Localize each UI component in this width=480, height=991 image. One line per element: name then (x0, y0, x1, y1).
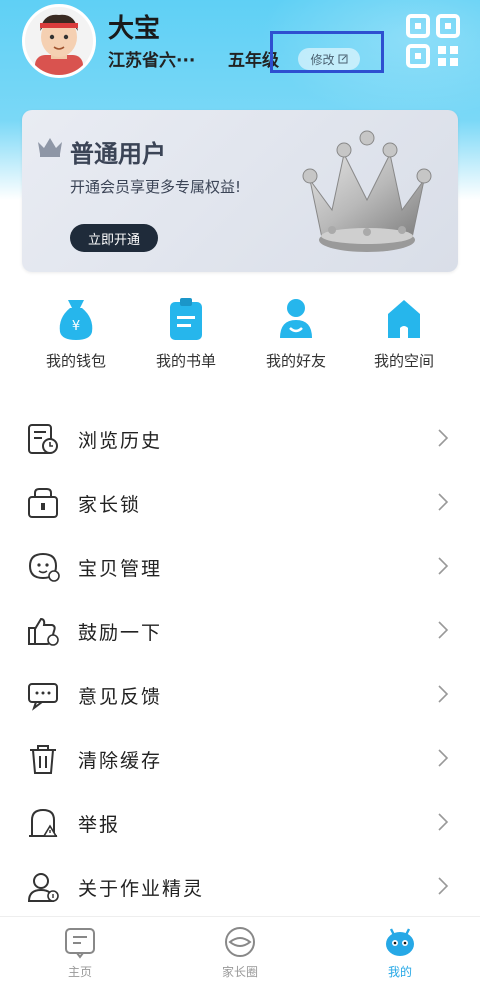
nav-label: 家长圈 (221, 965, 258, 979)
edit-icon (338, 54, 347, 64)
menu-item-history[interactable]: 浏览历史 (0, 406, 480, 470)
menu-label: 举报 (78, 814, 121, 836)
quick-action-booklist[interactable]: 我的书单 (146, 296, 226, 371)
vip-card[interactable]: 普通用户 开通会员享更多专属权益! 立即开通 (22, 110, 458, 272)
booklist-icon (170, 298, 202, 340)
edit-profile-button[interactable]: 修改 (298, 48, 360, 70)
crown-small-icon (38, 138, 62, 157)
menu-item-encourage[interactable]: 鼓励一下 (0, 598, 480, 662)
menu-label: 意见反馈 (78, 686, 163, 708)
user-school: 江苏省六··· (108, 51, 196, 71)
quick-actions: ¥ 我的钱包 我的书单 我的好友 我的空间 (0, 296, 480, 380)
quick-action-label: 我的好友 (265, 352, 326, 370)
menu-item-clear-cache[interactable]: 清除缓存 (0, 726, 480, 790)
avatar[interactable] (22, 4, 96, 78)
history-icon (28, 424, 58, 454)
wallet-icon: ¥ (59, 300, 93, 340)
edit-label: 修改 (310, 52, 335, 67)
trash-icon (30, 745, 56, 774)
nav-mine[interactable]: 我的 (360, 925, 440, 980)
menu-item-child-manage[interactable]: 宝贝管理 (0, 534, 480, 598)
quick-action-space[interactable]: 我的空间 (364, 296, 444, 371)
menu-label: 鼓励一下 (78, 622, 163, 644)
nav-parent-circle[interactable]: 家长圈 (200, 925, 280, 980)
nav-label: 我的 (387, 965, 412, 979)
feedback-icon (28, 683, 58, 711)
home-icon (65, 928, 95, 959)
thumbs-up-icon (28, 617, 59, 646)
menu-item-report[interactable]: 举报 (0, 790, 480, 854)
open-membership-button[interactable]: 立即开通 (70, 224, 158, 252)
vip-subtitle: 开通会员享更多专属权益! (70, 178, 242, 196)
menu-label: 关于作业精灵 (78, 878, 205, 900)
nav-label: 主页 (67, 965, 92, 979)
menu-label: 宝贝管理 (78, 558, 163, 580)
settings-menu: 浏览历史 家长锁 宝贝管理 鼓励一下 意见反馈 清除缓存 举报 关于作业精灵 (0, 406, 480, 918)
vip-title: 普通用户 (70, 140, 166, 168)
child-manage-icon (28, 552, 60, 582)
crown-large-icon (302, 130, 432, 252)
about-icon (27, 873, 59, 902)
svg-text:¥: ¥ (72, 319, 80, 334)
menu-item-parent-lock[interactable]: 家长锁 (0, 470, 480, 534)
space-icon (388, 300, 420, 338)
menu-item-about[interactable]: 关于作业精灵 (0, 854, 480, 918)
parent-circle-icon (225, 927, 255, 957)
chevron-right-icon (438, 813, 449, 831)
chevron-right-icon (438, 685, 449, 703)
menu-item-feedback[interactable]: 意见反馈 (0, 662, 480, 726)
report-icon (29, 808, 58, 837)
nav-home[interactable]: 主页 (40, 925, 120, 980)
parent-lock-icon (28, 488, 58, 518)
menu-label: 家长锁 (78, 494, 142, 516)
quick-action-wallet[interactable]: ¥ 我的钱包 (36, 296, 116, 371)
chevron-right-icon (438, 429, 449, 447)
bottom-navigation: 主页 家长圈 我的 (0, 916, 480, 991)
chevron-right-icon (438, 749, 449, 767)
quick-action-friends[interactable]: 我的好友 (256, 296, 336, 371)
user-name: 大宝 (108, 14, 161, 44)
menu-label: 浏览历史 (78, 430, 163, 452)
chevron-right-icon (438, 877, 449, 895)
quick-action-label: 我的书单 (155, 352, 216, 370)
quick-action-label: 我的钱包 (45, 352, 106, 370)
qr-code-icon[interactable] (406, 14, 460, 68)
friends-icon (280, 299, 312, 338)
chevron-right-icon (438, 621, 449, 639)
menu-label: 清除缓存 (78, 750, 163, 772)
mine-icon (386, 928, 414, 956)
quick-action-label: 我的空间 (373, 352, 434, 370)
chevron-right-icon (438, 557, 449, 575)
avatar-icon (25, 7, 93, 75)
chevron-right-icon (438, 493, 449, 511)
